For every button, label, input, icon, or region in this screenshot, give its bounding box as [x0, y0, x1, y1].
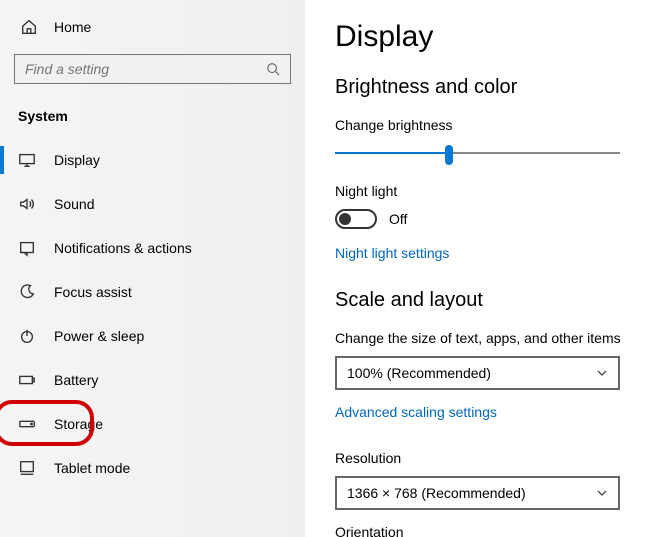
sidebar-item-sound[interactable]: Sound	[0, 182, 305, 226]
sidebar-item-tablet-mode[interactable]: Tablet mode	[0, 446, 305, 490]
sidebar-item-display[interactable]: Display	[0, 138, 305, 182]
monitor-icon	[18, 151, 36, 169]
sidebar-item-label: Display	[54, 152, 100, 168]
slider-fill	[335, 152, 449, 154]
sidebar-item-label: Sound	[54, 196, 94, 212]
brightness-label: Change brightness	[335, 117, 641, 133]
search-input-container[interactable]	[14, 54, 291, 84]
sidebar: Home System Display Sound Notifications & …	[0, 0, 305, 537]
toggle-knob	[339, 213, 351, 225]
nightlight-label: Night light	[335, 183, 641, 199]
sidebar-item-focus-assist[interactable]: Focus assist	[0, 270, 305, 314]
chevron-down-icon	[596, 487, 608, 499]
home-label: Home	[54, 19, 91, 35]
advanced-scaling-link[interactable]: Advanced scaling settings	[335, 404, 497, 420]
chevron-down-icon	[596, 367, 608, 379]
section-title: System	[0, 102, 305, 138]
nightlight-toggle[interactable]	[335, 209, 377, 229]
drive-icon	[18, 415, 36, 433]
scale-label: Change the size of text, apps, and other…	[335, 330, 641, 346]
slider-thumb[interactable]	[445, 145, 453, 165]
sidebar-item-label: Power & sleep	[54, 328, 144, 344]
scale-select[interactable]: 100% (Recommended)	[335, 356, 620, 390]
moon-icon	[18, 283, 36, 301]
resolution-value: 1366 × 768 (Recommended)	[347, 485, 526, 501]
battery-icon	[18, 371, 36, 389]
home-icon	[20, 18, 38, 36]
speaker-icon	[18, 195, 36, 213]
sidebar-item-label: Notifications & actions	[54, 240, 192, 256]
sidebar-item-label: Tablet mode	[54, 460, 130, 476]
resolution-select[interactable]: 1366 × 768 (Recommended)	[335, 476, 620, 510]
orientation-label: Orientation	[335, 524, 641, 537]
nightlight-state: Off	[389, 211, 407, 227]
sidebar-item-power-sleep[interactable]: Power & sleep	[0, 314, 305, 358]
scale-value: 100% (Recommended)	[347, 365, 491, 381]
sidebar-item-label: Storage	[54, 416, 103, 432]
notification-icon	[18, 239, 36, 257]
tablet-icon	[18, 459, 36, 477]
main-panel: Display Brightness and color Change brig…	[305, 0, 665, 537]
brightness-slider[interactable]	[335, 143, 620, 163]
power-icon	[18, 327, 36, 345]
page-title: Display	[335, 20, 641, 54]
resolution-label: Resolution	[335, 450, 641, 466]
search-input[interactable]	[25, 61, 266, 77]
sidebar-item-storage[interactable]: Storage	[0, 402, 305, 446]
nightlight-settings-link[interactable]: Night light settings	[335, 245, 449, 261]
search-icon	[266, 62, 280, 76]
home-link[interactable]: Home	[0, 10, 305, 44]
section-brightness: Brightness and color	[335, 76, 641, 99]
sidebar-item-battery[interactable]: Battery	[0, 358, 305, 402]
sidebar-item-label: Focus assist	[54, 284, 132, 300]
sidebar-item-label: Battery	[54, 372, 98, 388]
sidebar-item-notifications-actions[interactable]: Notifications & actions	[0, 226, 305, 270]
section-scale: Scale and layout	[335, 289, 641, 312]
